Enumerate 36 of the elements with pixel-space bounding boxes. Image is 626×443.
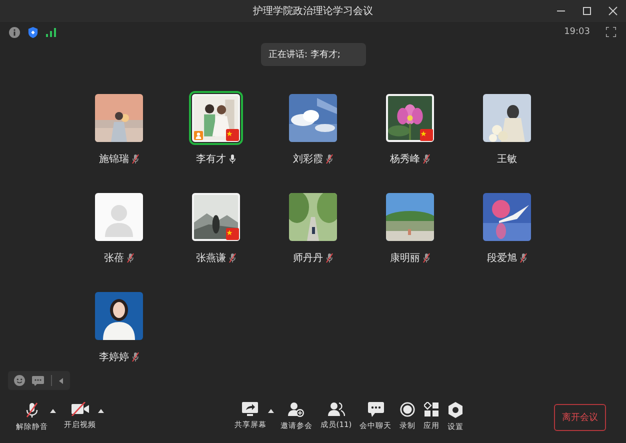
apps-icon (424, 402, 440, 417)
record-icon (400, 402, 416, 417)
speaking-banner: 正在讲话: 李有才; (260, 43, 366, 66)
participant-name: 李有才 (196, 152, 226, 166)
caret-icon[interactable] (50, 409, 56, 413)
participant-name: 康明丽 (390, 252, 420, 265)
close-icon[interactable] (608, 6, 618, 16)
shield-icon[interactable] (28, 26, 38, 38)
participant-name: 师丹丹 (293, 252, 323, 265)
people-icon (328, 402, 344, 416)
add-person-icon (288, 402, 304, 417)
caret-icon[interactable] (98, 409, 104, 413)
participant-name: 施锦瑞 (99, 152, 129, 166)
collapse-icon[interactable] (59, 378, 64, 384)
emoji-icon[interactable] (14, 375, 25, 386)
participant-name: 李婷婷 (99, 350, 129, 364)
info-icon[interactable] (9, 26, 20, 38)
fullscreen-icon[interactable] (606, 27, 616, 37)
caret-icon[interactable] (268, 409, 274, 413)
participant-name: 王敏 (497, 153, 517, 166)
signal-icon[interactable] (46, 28, 56, 36)
participant-name: 张蓓 (104, 252, 124, 265)
chat-icon (368, 402, 384, 417)
chat-bubble-icon[interactable] (32, 376, 44, 386)
camera-muted-icon (70, 402, 90, 416)
window-title: 护理学院政治理论学习会议 (253, 4, 373, 18)
share-screen-icon (242, 402, 258, 416)
maximize-icon[interactable] (582, 6, 592, 16)
leave-meeting-button[interactable]: 离开会议 (554, 404, 606, 430)
participant-name: 段爱旭 (487, 252, 517, 265)
participant-name: 张燕谦 (196, 252, 226, 265)
settings-icon (448, 402, 464, 418)
participant-name: 杨秀峰 (390, 152, 420, 166)
clock-time: 19:03 (564, 27, 590, 37)
mic-muted-icon (24, 402, 40, 418)
participant-name: 刘彩霞 (293, 152, 323, 166)
